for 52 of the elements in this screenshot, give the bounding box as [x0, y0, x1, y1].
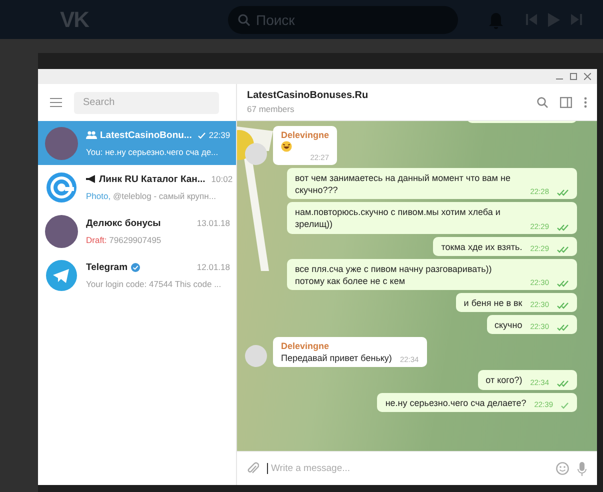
- chat-preview: Photo, @teleblog - самый крупн...: [86, 190, 217, 200]
- paper-plane-icon: [45, 258, 78, 292]
- chat-preview: Your login code: 47544 This code ...: [86, 278, 222, 288]
- double-check-icon: [557, 224, 569, 231]
- chat-preview: You: не.ну серьезно.чего сча де...: [86, 146, 220, 156]
- sender-name: Delevingne: [281, 130, 330, 140]
- chat-title: LatestCasinoBonuses.Ru: [247, 90, 370, 101]
- chat-name: Telegram: [86, 262, 128, 272]
- double-check-icon: [557, 302, 569, 310]
- avatar-photo: [45, 214, 78, 248]
- sender-name: Delevingne: [281, 341, 330, 352]
- avatar-photo: [245, 345, 267, 368]
- chat-time: 10:02: [211, 174, 233, 184]
- double-check-icon: [557, 324, 569, 332]
- microphone-icon[interactable]: [577, 462, 587, 476]
- search-icon[interactable]: [537, 96, 548, 108]
- menu-icon[interactable]: [50, 98, 62, 107]
- people-icon: [86, 131, 97, 139]
- chat-name: Линк RU Каталог Кан...: [99, 174, 206, 184]
- message-text: от кого?): [486, 374, 522, 387]
- message-text: все пля.сча уже с пивом начну разговаривать)) потому как более не с кем: [295, 262, 493, 287]
- chat-time: 13.01.18: [196, 218, 230, 228]
- megaphone-icon: [86, 175, 96, 183]
- double-check-icon: [557, 380, 569, 387]
- check-icon: [561, 402, 569, 409]
- side-panel-icon[interactable]: [560, 96, 572, 108]
- close-icon[interactable]: [584, 73, 591, 80]
- message-text: нам.повторюсь.скучно с пивом.мы хотим хлеба и зрелищ)): [295, 206, 502, 231]
- member-count: 67 members: [247, 104, 296, 114]
- double-check-icon: [557, 280, 569, 287]
- message-text: скучно: [494, 319, 522, 332]
- message-text: токма хде их взять.: [441, 240, 522, 253]
- paperclip-icon[interactable]: [247, 462, 259, 475]
- message-text: Передавай привет беньку): [281, 352, 392, 364]
- emoji-icon[interactable]: [556, 462, 569, 475]
- message-text: и беня не в вк: [464, 296, 522, 310]
- search-field[interactable]: Search: [74, 92, 219, 114]
- double-check-icon: [557, 189, 569, 196]
- more-icon[interactable]: [584, 96, 587, 108]
- chat-time: 22:39: [208, 130, 230, 140]
- chat-name: Делюкс бонусы: [86, 218, 161, 228]
- search-icon: [238, 14, 250, 26]
- chat-time: 12.01.18: [196, 262, 230, 272]
- message-text: не.ну серьезно.чего сча делаете?: [385, 396, 526, 409]
- chat-name: LatestCasinoBonu...: [100, 130, 192, 140]
- check-icon: [198, 132, 206, 138]
- chat-preview: Draft: 79629907495: [86, 234, 162, 244]
- at-sign-icon: [45, 170, 78, 204]
- avatar-photo: [45, 126, 78, 160]
- message-text: вот чем занимаетесь на данный момент что вам не скучно???: [295, 172, 512, 196]
- maximize-icon[interactable]: [570, 73, 577, 80]
- double-check-icon: [557, 246, 569, 253]
